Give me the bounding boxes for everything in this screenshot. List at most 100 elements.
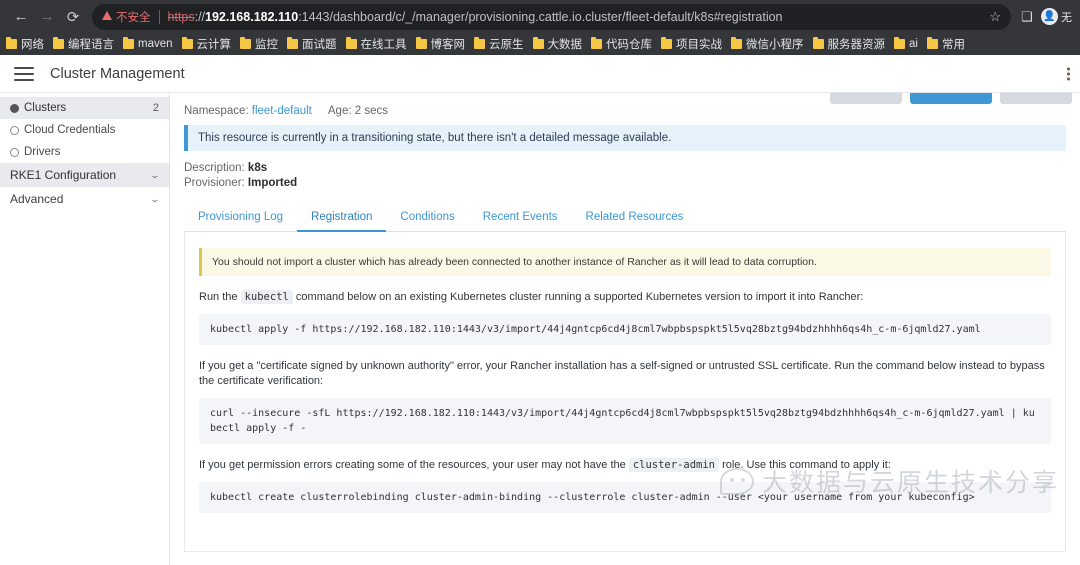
bookmark-label: 编程语言 (68, 39, 114, 51)
url-text: https://192.168.182.110:1443/dashboard/c… (168, 10, 982, 24)
url-path: :1443/dashboard/c/_/manager/provisioning… (298, 9, 783, 24)
browser-toolbar-icons: ❑ 👤 无 (1011, 5, 1072, 29)
bookmark-item[interactable]: 监控 (240, 36, 278, 52)
age-label: Age: (327, 105, 352, 117)
tab-related-resources[interactable]: Related Resources (572, 205, 698, 232)
bookmark-label: 博客网 (430, 39, 466, 51)
bookmark-item[interactable]: 编程语言 (53, 36, 114, 52)
incognito-avatar-icon: 👤 (1041, 8, 1058, 25)
sidebar-item-rke1-configuration[interactable]: RKE1 Configuration ⌄ (0, 163, 169, 187)
provisioner-row: Provisioner: Imported (184, 176, 1080, 191)
folder-icon (812, 37, 824, 49)
side-panel-icon[interactable]: ❑ (1015, 5, 1039, 29)
bookmark-item[interactable]: 云计算 (181, 36, 231, 52)
sidebar-item-cloud-credentials[interactable]: Cloud Credentials (0, 119, 169, 141)
tab-recent-events[interactable]: Recent Events (469, 205, 572, 232)
folder-icon (731, 37, 743, 49)
folder-icon (123, 37, 134, 49)
sidebar-item-advanced[interactable]: Advanced ⌄ (0, 187, 169, 211)
security-warning-chip[interactable]: 不安全 (102, 9, 151, 25)
bookmark-label: ai (909, 38, 918, 50)
action-button-0[interactable] (830, 93, 902, 104)
folder-icon (181, 37, 193, 49)
bookmark-star-icon[interactable]: ☆ (989, 9, 1001, 25)
folder-icon (532, 37, 544, 49)
bookmark-item[interactable]: maven (123, 37, 173, 50)
sidebar-item-label: Advanced (10, 192, 64, 206)
description-label: Description: (184, 162, 245, 174)
main-content: Namespace: fleet-default Age: 2 secs Thi… (170, 93, 1080, 565)
bookmark-label: 大数据 (547, 39, 583, 51)
tab-registration[interactable]: Registration (297, 205, 387, 232)
warning-triangle-icon (102, 11, 112, 20)
clusterrolebinding-command[interactable]: kubectl create clusterrolebinding cluste… (199, 482, 1051, 513)
age-value: 2 secs (354, 105, 388, 117)
bookmark-label: 代码仓库 (606, 39, 653, 51)
bookmark-label: 常用 (941, 39, 965, 51)
folder-icon (474, 37, 486, 49)
sidebar-nav: Clusters 2 Cloud Credentials Drivers RKE1 Co… (0, 93, 170, 565)
bookmark-item[interactable]: 面试题 (287, 36, 337, 52)
incognito-indicator[interactable]: 👤 无 (1041, 8, 1072, 25)
action-button-1[interactable] (910, 93, 992, 104)
para1-before: Run the (199, 291, 238, 303)
folder-icon (926, 37, 938, 49)
chevron-down-icon[interactable]: ⌄ (150, 170, 161, 181)
bookmark-label: 在线工具 (360, 39, 407, 51)
bookmark-item[interactable]: 云原生 (474, 36, 524, 52)
sidebar-item-label: Cloud Credentials (24, 124, 116, 136)
namespace-field: Namespace: fleet-default (184, 105, 312, 117)
folder-icon (240, 37, 252, 49)
sidebar-item-count: 2 (152, 102, 159, 114)
bookmark-item[interactable]: 微信小程序 (731, 36, 804, 52)
bookmark-item[interactable]: 博客网 (415, 36, 466, 52)
omnibox-divider (158, 9, 160, 24)
bookmark-label: 网络 (21, 39, 44, 51)
cluster-admin-inline-code: cluster-admin (628, 458, 720, 472)
bookmark-item[interactable]: 常用 (926, 36, 965, 52)
reload-button[interactable]: ⟳ (60, 4, 86, 30)
incognito-label: 无 (1061, 11, 1072, 24)
hamburger-menu-icon[interactable] (14, 66, 34, 81)
bookmark-item[interactable]: 在线工具 (345, 36, 407, 52)
bookmark-item[interactable]: 项目实战 (661, 36, 722, 52)
bookmark-item[interactable]: 代码仓库 (591, 36, 652, 52)
instruction-paragraph-3: If you get permission errors creating so… (199, 458, 1051, 473)
kubectl-inline-code: kubectl (240, 290, 293, 304)
overflow-menu-icon[interactable] (1067, 67, 1070, 80)
bookmark-item[interactable]: 大数据 (532, 36, 583, 52)
instruction-paragraph-1: Run the kubectl command below on an exis… (199, 290, 1051, 305)
bookmark-label: maven (138, 38, 173, 50)
age-field: Age: 2 secs (328, 105, 388, 117)
bookmark-item[interactable]: ai (894, 37, 918, 50)
folder-icon (661, 37, 673, 49)
page-title: Cluster Management (50, 65, 185, 82)
url-scheme: https (167, 9, 195, 24)
address-bar[interactable]: 不安全 https://192.168.182.110:1443/dashboa… (92, 3, 1011, 30)
sidebar-item-label: Drivers (24, 146, 61, 158)
folder-icon (591, 37, 603, 49)
sidebar-item-drivers[interactable]: Drivers (0, 141, 169, 163)
bookmark-item[interactable]: 服务器资源 (812, 36, 885, 52)
sidebar-item-label: Clusters (24, 102, 67, 114)
resource-action-buttons (830, 93, 1072, 104)
tab-provisioning-log[interactable]: Provisioning Log (184, 205, 297, 232)
namespace-label: Namespace: (184, 105, 249, 117)
forward-button[interactable]: → (34, 4, 60, 30)
rancher-app: Cluster Management Clusters 2 Cloud Creden… (0, 55, 1080, 565)
chevron-down-icon[interactable]: ⌄ (150, 194, 161, 205)
provisioner-label: Provisioner: (184, 177, 245, 189)
import-warning-banner: You should not import a cluster which ha… (199, 248, 1051, 276)
folder-icon (6, 37, 17, 49)
kubectl-apply-command[interactable]: kubectl apply -f https://192.168.182.110… (199, 314, 1051, 345)
bookmark-label: 面试题 (302, 39, 337, 51)
bookmark-label: 项目实战 (676, 39, 723, 51)
back-button[interactable]: ← (8, 4, 34, 30)
tab-conditions[interactable]: Conditions (386, 205, 468, 232)
bookmark-item[interactable]: 网络 (6, 36, 44, 52)
curl-insecure-command[interactable]: curl --insecure -sfL https://192.168.182… (199, 398, 1051, 444)
namespace-link[interactable]: fleet-default (252, 105, 312, 117)
sidebar-item-clusters[interactable]: Clusters 2 (0, 97, 169, 119)
url-separator: :// (194, 9, 206, 24)
action-button-2[interactable] (1000, 93, 1072, 104)
